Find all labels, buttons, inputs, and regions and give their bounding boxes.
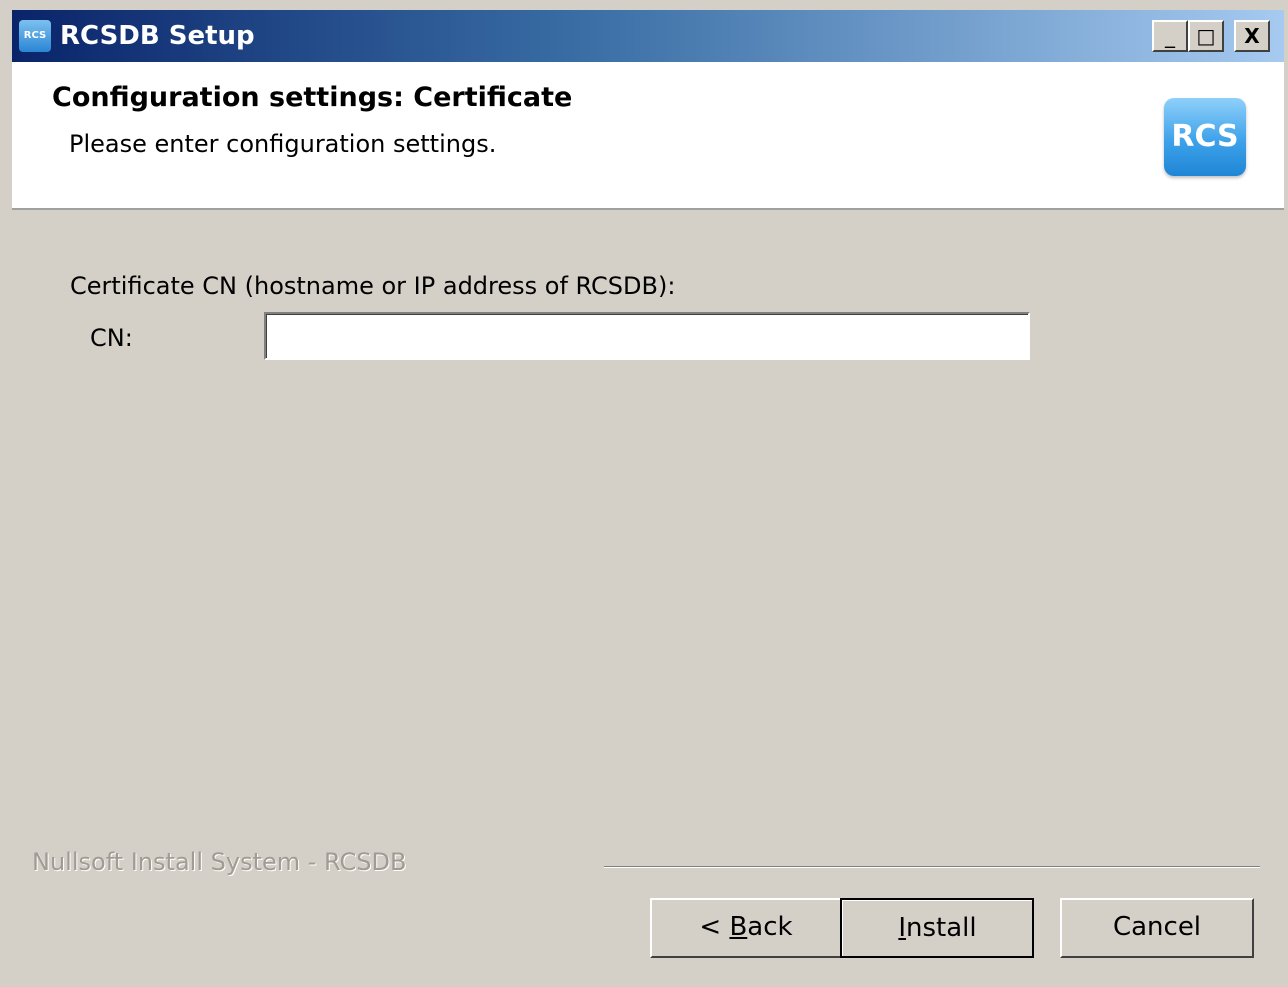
page-title: Configuration settings: Certificate xyxy=(52,82,573,113)
install-rest: nstall xyxy=(906,913,977,943)
window-title: RCSDB Setup xyxy=(60,21,255,51)
install-button[interactable]: Install xyxy=(840,898,1034,958)
footer-separator xyxy=(604,866,1260,868)
app-icon: RCS xyxy=(19,20,51,52)
rcs-logo: RCS xyxy=(1164,98,1246,176)
cn-input[interactable] xyxy=(264,312,1030,360)
close-button[interactable]: X xyxy=(1234,20,1270,52)
cancel-button[interactable]: Cancel xyxy=(1060,898,1254,958)
back-accelerator: B xyxy=(729,912,748,942)
back-rest: ack xyxy=(747,912,793,942)
cn-label: CN: xyxy=(90,324,133,352)
back-button[interactable]: < Back xyxy=(650,898,842,958)
minimize-button[interactable]: _ xyxy=(1152,20,1188,52)
maximize-button[interactable]: □ xyxy=(1188,20,1224,52)
title-bar[interactable]: RCS RCSDB Setup _ □ X xyxy=(12,10,1284,62)
back-prefix: < xyxy=(699,912,730,942)
install-accelerator: I xyxy=(898,913,907,943)
certificate-cn-label: Certificate CN (hostname or IP address o… xyxy=(70,272,676,300)
installer-brand: Nullsoft Install System - RCSDB xyxy=(32,848,407,876)
page-subtitle: Please enter configuration settings. xyxy=(69,130,497,158)
header-panel: Configuration settings: Certificate Plea… xyxy=(12,62,1284,210)
